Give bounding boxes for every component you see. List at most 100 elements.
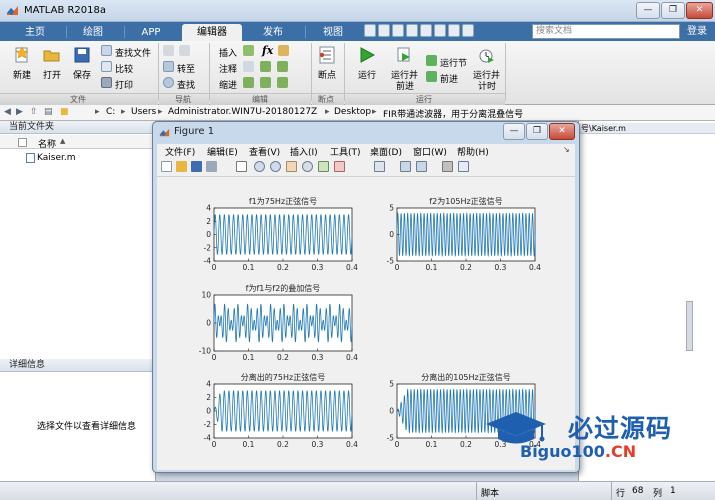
insert-function-icon[interactable] [278,45,289,56]
find-icon[interactable] [163,77,174,88]
search-docs-input[interactable]: 搜索文档 [532,24,680,39]
increase-indent-icon[interactable] [260,77,271,88]
figure-maximize-button[interactable]: ❐ [526,123,548,140]
comment-label[interactable]: 注释 [219,62,237,75]
tab-home[interactable]: 主页 [14,24,56,41]
path-segment-drive[interactable]: C: [106,107,115,117]
menu-window[interactable]: 窗口(W) [413,145,447,158]
redo-quick-icon[interactable] [434,24,446,37]
figure-minimize-button[interactable]: — [503,123,525,140]
find-label[interactable]: 查找 [177,78,195,91]
open-folder-icon[interactable] [43,46,61,64]
tab-apps[interactable]: APP [130,24,172,41]
run-section-icon[interactable] [426,55,437,66]
compare-label[interactable]: 比较 [115,62,133,75]
help-quick-icon[interactable] [462,24,474,37]
run-and-time-icon[interactable] [477,46,495,64]
menu-edit[interactable]: 编辑(E) [207,145,238,158]
back-arrow-icon[interactable]: ◀ [4,107,11,117]
file-name[interactable]: Kaiser.m [37,153,76,163]
save-quick-icon[interactable] [364,24,376,37]
forward-arrow-icon[interactable]: ▶ [16,107,23,117]
breakpoints-icon[interactable] [318,46,336,64]
menu-help[interactable]: 帮助(H) [457,145,489,158]
path-segment-user[interactable]: Administrator.WIN7U-20180127Z [168,107,317,117]
editor-scrollbar[interactable] [686,301,693,351]
save-figure-icon[interactable] [191,161,202,172]
browse-icon[interactable]: ▤ [44,107,53,117]
menu-view[interactable]: 查看(V) [249,145,280,158]
find-files-label[interactable]: 查找文件 [115,46,151,59]
copy-quick-icon[interactable] [392,24,404,37]
path-segment-desktop[interactable]: Desktop [334,107,371,117]
zoom-out-icon[interactable] [270,161,281,172]
link-plot-icon[interactable] [374,161,385,172]
print-figure-icon[interactable] [206,161,217,172]
smart-indent-icon[interactable] [243,77,254,88]
new-figure-icon[interactable] [161,161,172,172]
tab-publish[interactable]: 发布 [252,24,294,41]
figure-title-bar[interactable]: Figure 1 — ❐ ✕ [153,122,579,143]
fx-icon[interactable]: fx [262,44,273,57]
wrap-comment-icon[interactable] [277,61,288,72]
comment-icon[interactable] [243,61,254,72]
colorbar-icon[interactable] [400,161,411,172]
close-button[interactable]: ✕ [686,2,713,19]
find-files-icon[interactable] [101,45,112,56]
switch-windows-icon[interactable] [448,24,460,37]
minimize-button[interactable]: — [636,2,660,19]
new-file-icon[interactable] [13,46,31,64]
path-segment-users[interactable]: Users [131,107,156,117]
new-file-label[interactable]: 新建 [13,68,31,81]
run-and-advance-icon[interactable] [395,46,413,64]
advance-label[interactable]: 前进 [440,72,458,85]
save-label[interactable]: 保存 [73,68,91,81]
figure-close-button[interactable]: ✕ [549,123,575,140]
compare-icon[interactable] [101,61,112,72]
login-button[interactable]: 登录 [681,24,713,39]
menu-file[interactable]: 文件(F) [165,145,195,158]
tab-view[interactable]: 视图 [312,24,354,41]
paste-quick-icon[interactable] [406,24,418,37]
brush-icon[interactable] [334,161,345,172]
pointer-icon[interactable] [236,161,247,172]
open-file-icon[interactable] [176,161,187,172]
save-disk-icon[interactable] [73,46,91,64]
run-and-advance-label-2[interactable]: 前进 [396,79,414,92]
advance-icon[interactable] [426,71,437,82]
uncomment-icon[interactable] [260,61,271,72]
name-column-header[interactable]: 名称 [38,137,56,150]
menu-desktop[interactable]: 桌面(D) [370,145,402,158]
menu-insert[interactable]: 插入(I) [290,145,318,158]
editor-file-tab[interactable]: 号\Kaiser.m [581,123,626,134]
decrease-indent-icon[interactable] [277,77,288,88]
maximize-button[interactable]: ❐ [661,2,685,19]
open-label[interactable]: 打开 [43,68,61,81]
undo-quick-icon[interactable] [420,24,432,37]
sort-ascending-icon[interactable]: ▲ [60,137,65,145]
goto-label[interactable]: 转至 [177,62,195,75]
tab-plots[interactable]: 绘图 [72,24,114,41]
run-icon[interactable] [358,46,376,64]
indent-label[interactable]: 缩进 [219,78,237,91]
breakpoints-label[interactable]: 断点 [318,68,336,81]
dock-arrow-icon[interactable]: ↘ [563,145,570,154]
goto-icon[interactable] [163,61,174,72]
legend-icon[interactable] [416,161,427,172]
run-section-label[interactable]: 运行节 [440,56,467,69]
rotate-3d-icon[interactable] [302,161,313,172]
zoom-in-icon[interactable] [254,161,265,172]
cut-quick-icon[interactable] [378,24,390,37]
show-tools-icon[interactable] [458,161,469,172]
run-label[interactable]: 运行 [358,68,376,81]
data-cursor-icon[interactable] [318,161,329,172]
tab-editor[interactable]: 编辑器 [182,24,242,41]
hide-tools-icon[interactable] [442,161,453,172]
menu-tools[interactable]: 工具(T) [330,145,361,158]
up-folder-icon[interactable]: ⇧ [30,107,38,117]
insert-section-icon[interactable] [243,45,254,56]
run-and-time-label-2[interactable]: 计时 [478,79,496,92]
pan-hand-icon[interactable] [286,161,297,172]
insert-label[interactable]: 插入 [219,46,237,59]
file-list-item[interactable]: Kaiser.m [0,151,155,165]
